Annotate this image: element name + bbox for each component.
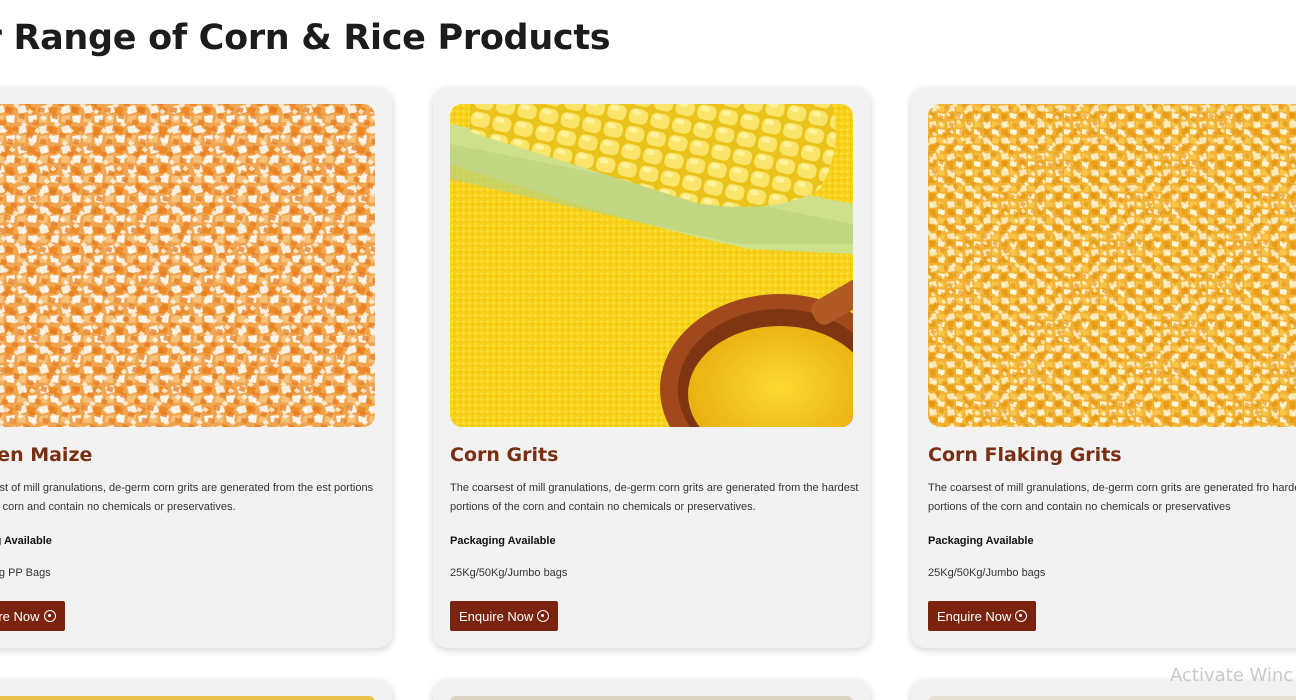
enquire-now-button[interactable]: Enquire Now bbox=[928, 601, 1037, 631]
whatsapp-icon bbox=[537, 610, 550, 622]
product-description: The coarsest of mill granulations, de-ge… bbox=[928, 482, 1296, 513]
product-card-corn-grits: Corn Grits The coarsest of mill granulat… bbox=[433, 88, 870, 648]
button-label: quire Now bbox=[0, 608, 40, 624]
product-image-partial bbox=[928, 696, 1296, 700]
product-name: Corn Grits bbox=[450, 444, 559, 466]
packaging-label: Packaging Available bbox=[928, 535, 1034, 547]
button-label: Enquire Now bbox=[937, 608, 1012, 624]
product-description: oarsest of mill granulations, de-germ co… bbox=[0, 482, 374, 513]
packaging-value: / 50 kg PP Bags bbox=[0, 567, 51, 579]
packaging-value: 25Kg/50Kg/Jumbo bags bbox=[928, 567, 1046, 579]
product-card-partial bbox=[433, 680, 870, 700]
product-image-partial bbox=[0, 696, 375, 700]
product-name: Corn Flaking Grits bbox=[928, 444, 1122, 466]
product-image-corn-grits bbox=[450, 104, 853, 427]
product-card-broken-maize: oken Maize oarsest of mill granulations,… bbox=[0, 88, 392, 648]
product-description: The coarsest of mill granulations, de-ge… bbox=[450, 482, 859, 513]
product-image-corn-flaking-grits bbox=[928, 104, 1296, 427]
packaging-label: Packaging Available bbox=[450, 535, 556, 547]
product-name: oken Maize bbox=[0, 444, 93, 466]
enquire-now-button[interactable]: Enquire Now bbox=[450, 601, 559, 631]
packaging-label: aging Available bbox=[0, 535, 52, 547]
packaging-value: 25Kg/50Kg/Jumbo bags bbox=[450, 567, 568, 579]
enquire-now-button[interactable]: quire Now bbox=[0, 601, 65, 631]
whatsapp-icon bbox=[1015, 610, 1028, 622]
product-card-partial bbox=[0, 680, 392, 700]
whatsapp-icon bbox=[43, 610, 56, 622]
product-image-partial bbox=[450, 696, 853, 700]
product-image-broken-maize bbox=[0, 104, 375, 427]
product-card-corn-flaking-grits: Corn Flaking Grits The coarsest of mill … bbox=[911, 88, 1296, 648]
activate-windows-watermark: Activate Winc bbox=[1170, 665, 1294, 686]
button-label: Enquire Now bbox=[459, 608, 534, 624]
page-title: ur Range of Corn & Rice Products bbox=[0, 18, 611, 58]
